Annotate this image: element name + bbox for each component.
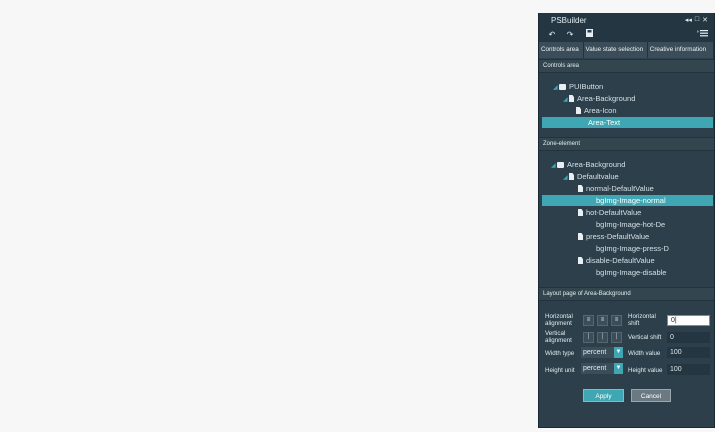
tree-item-bgimg-image-normal[interactable]: bgImg-Image-normal [542,195,713,206]
height-value-input[interactable]: 100 [667,364,710,375]
file-icon [578,185,583,192]
horizontal-shift-label: Horizontal shift [628,313,656,327]
align-top-button[interactable]: ⏐ [583,332,594,343]
tree-item-label: bgImg-Image-normal [596,196,666,205]
align-left-button[interactable]: ≡ [583,315,594,326]
width-value-label: Width value [628,350,661,357]
align-middle-button[interactable]: ⏐ [597,332,608,343]
width-type-value: percent [583,349,607,356]
align-bottom-button[interactable]: ⏐ [611,332,622,343]
window-title: PSBuilder [551,16,587,25]
folder-icon [559,84,566,90]
tree-item-puibutton[interactable]: ◢ PUIButton [553,81,603,92]
file-icon [578,257,583,264]
tree-item-zone-area-background[interactable]: ◢ Area-Background [551,159,625,170]
tab-controls-area[interactable]: Controls area [539,42,584,58]
tree-item-disable-defaultvalue[interactable]: disable-DefaultValue [578,255,655,266]
expanded-arrow-icon[interactable]: ◢ [563,95,569,106]
file-icon [578,209,583,216]
tab-creative-information[interactable]: Creative information [647,42,714,58]
height-unit-label: Height unit [545,367,575,374]
tree-item-bgimg-image-hot[interactable]: bgImg-Image-hot-De [596,219,665,230]
tree-item-area-background[interactable]: ◢ Area-Background [563,93,635,104]
horizontal-alignment-label: Horizontal alignment [545,313,573,327]
folder-icon [557,162,564,168]
align-center-button[interactable]: ≡ [597,315,608,326]
width-type-select[interactable]: percent ▼ [581,347,623,358]
window-controls: ◂◂ □ ✕ [685,16,708,24]
save-icon[interactable] [584,29,594,40]
chevron-down-icon[interactable]: ▼ [614,363,623,374]
tab-bar: Controls area Value state selection Crea… [539,42,714,58]
width-type-label: Width type [545,350,575,357]
width-value-input[interactable]: 100 [667,347,710,358]
tree-item-bgimg-image-disable[interactable]: bgImg-Image-disable [596,267,666,278]
vertical-alignment-label: Vertical alignment [545,330,572,344]
horizontal-shift-input[interactable]: 0| [667,315,710,326]
tree-item-area-text[interactable]: Area-Text [542,117,713,128]
file-icon [569,95,574,102]
file-icon [578,233,583,240]
tree-item-bgimg-image-press[interactable]: bgImg-Image-press-D [596,243,669,254]
vertical-shift-input[interactable]: 0 [667,332,710,343]
dock-icon[interactable]: ◂◂ [685,16,692,24]
cancel-button[interactable]: Cancel [631,389,671,402]
height-unit-select[interactable]: percent ▼ [581,363,623,374]
chevron-down-icon[interactable]: ▼ [614,347,623,358]
layout-page-header: Layout page of Area-Background [539,287,714,301]
close-icon[interactable]: ✕ [702,16,708,24]
tree-item-hot-defaultvalue[interactable]: hot-DefaultValue [578,207,641,218]
align-right-button[interactable]: ≡ [611,315,622,326]
redo-icon[interactable]: ↷ [565,29,575,40]
undo-icon[interactable]: ↶ [547,29,557,40]
controls-area-header: Controls area [539,59,714,73]
file-icon [576,107,581,114]
height-value-label: Height value [628,367,663,374]
maximize-icon[interactable]: □ [695,16,699,24]
vertical-shift-label: Vertical shift [628,334,662,341]
zone-element-header: Zone-element [539,137,714,151]
height-unit-value: percent [583,365,607,372]
tree-item-area-icon[interactable]: Area-Icon [576,105,617,116]
tree-item-label: Area-Text [588,118,621,127]
title-bar[interactable]: PSBuilder ◂◂ □ ✕ [539,13,714,28]
apply-button[interactable]: Apply [583,389,624,402]
tree-item-defaultvalue[interactable]: ◢ Defaultvalue [563,171,619,182]
expanded-arrow-icon[interactable]: ◢ [563,173,569,184]
tab-value-state-selection[interactable]: Value state selection [583,42,648,58]
tree-item-normal-defaultvalue[interactable]: normal-DefaultValue [578,183,654,194]
psbuilder-panel: PSBuilder ◂◂ □ ✕ ↶ ↷ Controls area Value… [538,13,715,428]
list-menu-icon[interactable] [696,29,708,40]
toolbar: ↶ ↷ [539,28,714,42]
tree-item-press-defaultvalue[interactable]: press-DefaultValue [578,231,649,242]
file-icon [569,173,574,180]
